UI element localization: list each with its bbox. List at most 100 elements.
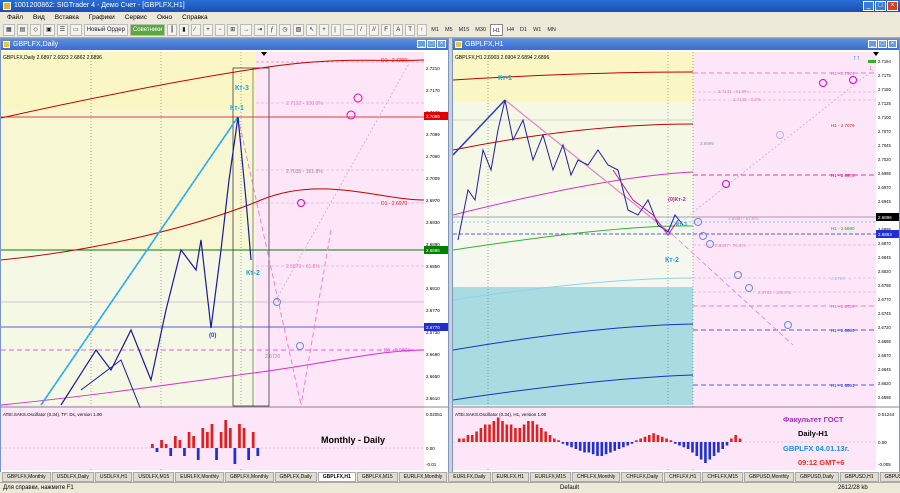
vline-icon[interactable]: | — [331, 23, 342, 36]
chart-tab[interactable]: GBPLFX,Monthly — [224, 472, 274, 482]
chart-tab[interactable]: GBPLFX,Daily — [274, 472, 317, 482]
label-icon[interactable]: T — [405, 23, 416, 36]
svg-text:2.7175: 2.7175 — [878, 73, 891, 78]
oscillator-bar — [496, 417, 500, 442]
chart-close-button[interactable]: × — [437, 40, 446, 48]
tf-m1[interactable]: M1 — [429, 24, 441, 36]
chart-tab[interactable]: EURLFX,Monthly — [175, 472, 224, 482]
menu-view[interactable]: Вид — [28, 14, 50, 21]
chart-tab[interactable]: CHFLFX,Monthly — [571, 472, 621, 482]
new-order-button[interactable]: Новый Ордер — [83, 23, 128, 36]
oscillator-bar — [505, 424, 509, 442]
cursor-icon[interactable]: ↖ — [306, 23, 318, 36]
chart-tab[interactable]: GBPLFX,Monthly — [2, 472, 51, 482]
oscillator-bar — [164, 444, 168, 448]
data-window-icon[interactable]: ▣ — [42, 23, 55, 36]
chart-tab[interactable]: GBPLFX,H1 — [317, 472, 356, 482]
chart-tab[interactable]: GBPUSD,Monthly — [743, 472, 794, 482]
trendline-icon[interactable]: / — [357, 23, 368, 36]
chart-close-button[interactable]: × — [888, 40, 897, 48]
zoom-out-icon[interactable]: − — [215, 23, 226, 36]
chart-tab[interactable]: USDLFX,Daily — [51, 472, 94, 482]
chart-tab[interactable]: GBPUSD,M15 — [879, 472, 900, 482]
indicators-icon[interactable]: ƒ — [267, 23, 278, 36]
oscillator-bar — [192, 436, 195, 448]
close-button[interactable]: × — [887, 1, 898, 11]
chart-tab[interactable]: USDLFX,H1 — [94, 472, 133, 482]
profiles-icon[interactable]: ▤ — [16, 23, 29, 36]
svg-text:0.00: 0.00 — [426, 446, 435, 451]
tf-m15[interactable]: M15 — [457, 24, 472, 36]
chart-minimize-button[interactable]: _ — [868, 40, 877, 48]
menu-insert[interactable]: Вставка — [50, 14, 84, 21]
autoscroll-icon[interactable]: → — [240, 23, 253, 36]
chart-tab[interactable]: CHFLFX,Daily — [621, 472, 664, 482]
tf-d1[interactable]: D1 — [518, 24, 529, 36]
kt3-label: Кт-3 — [235, 85, 249, 92]
zoom-in-icon[interactable]: + — [203, 23, 214, 36]
oscillator-bar — [535, 424, 539, 442]
h1-chart-svg[interactable]: Кт-1 Кт-2 (0)Кт-2 Кт-3 GBPLFX,H1 2.6903 … — [452, 50, 899, 482]
minimize-button[interactable]: _ — [863, 1, 874, 11]
candle-chart-icon[interactable]: ▮ — [179, 23, 190, 36]
menu-charts[interactable]: Графики — [84, 14, 120, 21]
line-chart-icon[interactable]: ⁄ — [191, 23, 202, 36]
templates-icon[interactable]: ▧ — [292, 23, 305, 36]
navigator-icon[interactable]: ☰ — [56, 23, 69, 36]
tf-h1[interactable]: H1 — [489, 23, 504, 36]
experts-button[interactable]: Советники — [129, 23, 166, 36]
tile-icon[interactable]: ⊞ — [227, 23, 239, 36]
shift-icon[interactable]: ⇥ — [254, 23, 266, 36]
window-title: 1001200862: SIGTrader 4 - Демо Счет - [G… — [14, 2, 185, 9]
chart-window-daily[interactable]: GBPLFX,Daily _ □ × Кт-3 Кт-1 Кт-2 (0) D1… — [0, 38, 449, 483]
oscillator-bar — [242, 428, 246, 448]
bar-chart-icon[interactable]: ┃ — [167, 23, 178, 36]
menu-window[interactable]: Окно — [152, 14, 177, 21]
chart-minimize-button[interactable]: _ — [417, 40, 426, 48]
chart-tab[interactable]: CHFLFX,H1 — [664, 472, 702, 482]
chart-icon — [3, 41, 10, 48]
chart-tab[interactable]: GBPLFX,M15 — [356, 472, 398, 482]
chart-tab[interactable]: EURLFX,M15 — [530, 472, 571, 482]
arrows-icon[interactable]: ↑ — [417, 23, 428, 36]
oscillator-bar — [600, 442, 604, 456]
chart-tab[interactable]: EURLFX,Daily — [448, 472, 491, 482]
tf-m30[interactable]: M30 — [473, 24, 488, 36]
svg-text:2.6870: 2.6870 — [878, 241, 891, 246]
svg-text:2.7089: 2.7089 — [426, 132, 440, 137]
hline-icon[interactable]: — — [343, 23, 356, 36]
chart-tab[interactable]: EURLFX,H1 — [491, 472, 530, 482]
chart-maximize-button[interactable]: □ — [427, 40, 436, 48]
tf-h4[interactable]: H4 — [505, 24, 516, 36]
terminal-icon[interactable]: ▭ — [70, 23, 82, 36]
chart-tab[interactable]: GBPUSD,H1 — [839, 472, 879, 482]
chart-maximize-button[interactable]: □ — [878, 40, 887, 48]
chart-window-title: GBPLFX,Daily _ □ × — [1, 39, 448, 50]
chart-tab[interactable]: EURLFX,Monthly — [398, 472, 448, 482]
channel-icon[interactable]: // — [369, 23, 380, 36]
tf-m5[interactable]: M5 — [443, 24, 455, 36]
tf-caption: Daily-H1 — [798, 429, 828, 438]
daily-chart-svg[interactable]: Кт-3 Кт-1 Кт-2 (0) D1 - 2.7209 2.7132 - … — [0, 50, 448, 482]
maximize-button[interactable]: □ — [875, 1, 886, 11]
osc-title-left: ATEI.SAKS.Oscillator (0.34), TF: Ds, ver… — [3, 412, 102, 417]
oscillator-bar — [479, 428, 483, 442]
kt1-label-right: Кт-1 — [498, 75, 512, 82]
chart-tab[interactable]: CHFLFX,M15 — [702, 472, 743, 482]
oscillator-bar — [578, 442, 582, 451]
menu-help[interactable]: Справка — [177, 14, 213, 21]
new-chart-icon[interactable]: ▦ — [3, 23, 15, 36]
chart-tab[interactable]: USDLFX,M15 — [133, 472, 175, 482]
market-watch-icon[interactable]: ◇ — [30, 23, 41, 36]
text-icon[interactable]: A — [393, 23, 404, 36]
kt2-label-right: Кт-2 — [665, 257, 679, 264]
tf-mn[interactable]: MN — [545, 24, 558, 36]
crosshair-icon[interactable]: + — [319, 23, 330, 36]
fibo-icon[interactable]: F — [381, 23, 392, 36]
menu-file[interactable]: Файл — [2, 14, 28, 21]
chart-tab[interactable]: GBPUSD,Daily — [794, 472, 839, 482]
menu-tools[interactable]: Сервис — [120, 14, 152, 21]
tf-w1[interactable]: W1 — [531, 24, 543, 36]
chart-window-h1[interactable]: GBPLFX,H1 _ □ × Кт-1 Кт-2 (0)Кт-2 Кт-3 G… — [452, 38, 900, 483]
periods-icon[interactable]: ◷ — [279, 23, 291, 36]
